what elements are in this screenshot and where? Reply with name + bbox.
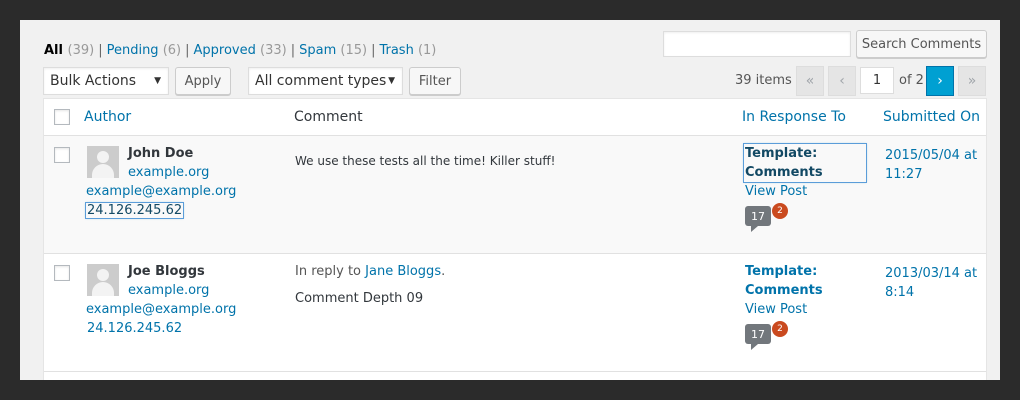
filter-all-link[interactable]: All (39) bbox=[44, 43, 94, 58]
avatar bbox=[87, 146, 119, 178]
author-url-link[interactable]: example.org bbox=[128, 165, 209, 180]
comment-count-bubble[interactable]: 17 bbox=[745, 324, 771, 350]
pending-count-badge[interactable]: 2 bbox=[772, 321, 788, 337]
search-comments-button[interactable]: Search Comments bbox=[856, 30, 987, 58]
column-submitted-on[interactable]: Submitted On bbox=[883, 109, 980, 125]
filter-spam-count: (15) bbox=[340, 43, 368, 58]
comment-count-bubble[interactable]: 17 bbox=[745, 206, 771, 232]
view-post-link[interactable]: View Post bbox=[745, 184, 807, 199]
filter-trash-count: (1) bbox=[417, 43, 437, 58]
row-checkbox[interactable] bbox=[54, 147, 70, 163]
response-post-link[interactable]: Template: Comments bbox=[743, 143, 867, 183]
response-post-link[interactable]: Template: Comments bbox=[744, 262, 866, 300]
filter-separator: | bbox=[98, 43, 103, 58]
filter-separator: | bbox=[185, 43, 190, 58]
items-count: 39 items bbox=[735, 73, 792, 88]
avatar bbox=[87, 264, 119, 296]
author-url-link[interactable]: example.org bbox=[128, 283, 209, 298]
filter-spam-link[interactable]: Spam (15) bbox=[299, 43, 367, 58]
column-comment: Comment bbox=[294, 109, 363, 125]
table-row: John Doe example.org example@example.org… bbox=[44, 136, 986, 254]
filter-all-count: (39) bbox=[67, 43, 95, 58]
filter-pending-count: (6) bbox=[162, 43, 182, 58]
bulk-actions-select[interactable]: Bulk Actions ▼ bbox=[43, 67, 169, 95]
submitted-date-link[interactable]: 2013/03/14 at 8:14 bbox=[885, 264, 985, 302]
comment-text: We use these tests all the time! Killer … bbox=[295, 154, 556, 168]
filter-button[interactable]: Filter bbox=[409, 67, 461, 95]
filter-approved-count: (33) bbox=[260, 43, 287, 58]
reply-parent-link[interactable]: Jane Bloggs bbox=[365, 264, 441, 279]
comments-admin-panel: All (39) | Pending (6) | Approved (33) | Spam … bbox=[20, 20, 1000, 380]
column-in-response-to[interactable]: In Response To bbox=[742, 109, 846, 125]
author-ip-link[interactable]: 24.126.245.62 bbox=[84, 202, 185, 219]
column-author[interactable]: Author bbox=[84, 109, 131, 125]
author-email-link[interactable]: example@example.org bbox=[86, 302, 236, 317]
comment-type-value: All comment types bbox=[255, 73, 387, 89]
search-comments-input[interactable] bbox=[663, 31, 851, 57]
apply-button[interactable]: Apply bbox=[175, 67, 231, 95]
next-page-button[interactable]: › bbox=[926, 66, 954, 96]
comment-text: Comment Depth 09 bbox=[295, 291, 424, 306]
author-name: John Doe bbox=[128, 146, 194, 161]
select-all-checkbox[interactable] bbox=[54, 109, 70, 125]
submitted-date-link[interactable]: 2015/05/04 at 11:27 bbox=[885, 146, 985, 184]
table-row: Joe Bloggs example.org example@example.o… bbox=[44, 254, 986, 372]
in-reply-to: In reply to Jane Bloggs. bbox=[295, 264, 446, 279]
filter-separator: | bbox=[290, 43, 296, 58]
chevron-down-icon: ▼ bbox=[388, 76, 395, 86]
status-filter-links: All (39) | Pending (6) | Approved (33) | Spam … bbox=[44, 43, 436, 58]
first-page-button[interactable]: « bbox=[796, 66, 824, 96]
previous-page-button[interactable]: ‹ bbox=[828, 66, 856, 96]
filter-separator: | bbox=[371, 43, 376, 58]
filter-approved-link[interactable]: Approved (33) bbox=[194, 43, 287, 58]
filter-trash-link[interactable]: Trash (1) bbox=[379, 43, 436, 58]
pending-count-badge[interactable]: 2 bbox=[772, 203, 788, 219]
view-post-link[interactable]: View Post bbox=[745, 302, 807, 317]
author-ip-link[interactable]: 24.126.245.62 bbox=[86, 321, 183, 336]
row-checkbox[interactable] bbox=[54, 265, 70, 281]
last-page-button[interactable]: » bbox=[958, 66, 986, 96]
bulk-actions-value: Bulk Actions bbox=[50, 73, 137, 89]
total-pages: of 2 bbox=[899, 73, 924, 88]
table-header: Author Comment In Response To Submitted … bbox=[44, 99, 986, 136]
author-email-link[interactable]: example@example.org bbox=[86, 184, 236, 199]
comment-type-select[interactable]: All comment types ▼ bbox=[248, 67, 403, 95]
chevron-down-icon: ▼ bbox=[154, 76, 161, 86]
comments-table: Author Comment In Response To Submitted … bbox=[43, 98, 987, 380]
filter-pending-link[interactable]: Pending (6) bbox=[107, 43, 182, 58]
current-page-input[interactable]: 1 bbox=[860, 67, 894, 94]
author-name: Joe Bloggs bbox=[128, 264, 205, 279]
